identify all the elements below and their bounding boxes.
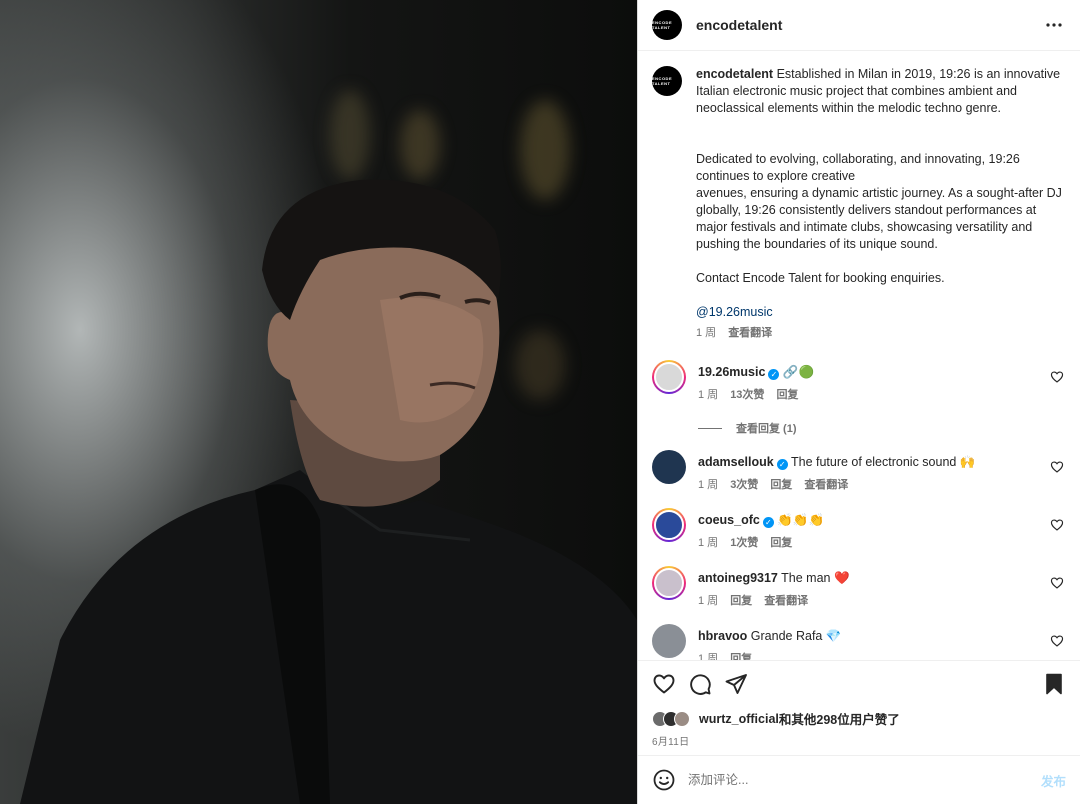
comment-likes[interactable]: 3次赞 <box>730 477 758 494</box>
comment-input[interactable] <box>688 773 1041 787</box>
comment-reply[interactable]: 回复 <box>770 535 792 552</box>
comment-likes[interactable]: 13次赞 <box>730 387 764 404</box>
post-media[interactable] <box>0 0 637 804</box>
likes-summary[interactable]: wurtz_official 和其他298位用户赞了 <box>652 709 1066 728</box>
comment-time[interactable]: 1 周 <box>698 593 718 610</box>
mention-link[interactable]: @19.26music <box>696 305 773 319</box>
logo-text: ENCODE TALENT <box>652 76 673 86</box>
comment-reply[interactable]: 回复 <box>730 593 752 610</box>
comment-item: 19.26music ✓ 🔗🟢 1 周 13次赞 回复 <box>652 360 1066 404</box>
commenter-avatar[interactable] <box>652 624 686 658</box>
comment-emoji: 🙌 <box>959 455 976 469</box>
likes-count-text[interactable]: 和其他298位用户赞了 <box>779 709 900 728</box>
comment-item: hbravoo Grande Rafa 💎 1 周 回复 <box>652 624 1066 660</box>
like-heart-icon[interactable] <box>652 672 676 696</box>
author-avatar[interactable]: ENCODE TALENT <box>652 10 682 40</box>
comment-bubble-icon[interactable] <box>688 672 712 696</box>
caption-avatar[interactable]: ENCODE TALENT <box>652 66 682 96</box>
comment-like-heart-icon[interactable] <box>1050 634 1064 648</box>
caption-time[interactable]: 1 周 <box>696 325 716 342</box>
more-options-button[interactable] <box>1042 13 1066 37</box>
author-username[interactable]: encodetalent <box>696 17 1042 33</box>
view-replies-button[interactable]: 查看回复 (1) <box>698 420 1066 436</box>
comment-text: Grande Rafa <box>750 629 823 643</box>
comment-emoji: 💎 <box>825 629 842 643</box>
logo-text: ENCODE TALENT <box>652 20 673 30</box>
emoji-icon[interactable] <box>652 768 676 792</box>
post-actions: wurtz_official 和其他298位用户赞了 6月11日 <box>638 660 1080 755</box>
comment-like-heart-icon[interactable] <box>1050 576 1064 590</box>
comment-emoji: ❤️ <box>833 571 850 585</box>
comment-emoji: 👏👏👏 <box>777 513 825 527</box>
comment-emoji: 🔗🟢 <box>782 365 815 379</box>
replies-divider <box>698 427 722 429</box>
share-send-icon[interactable] <box>724 672 748 696</box>
post-date: 6月11日 <box>652 737 690 748</box>
add-comment-bar: 发布 <box>638 755 1080 804</box>
comment-text: The future of electronic sound <box>790 455 957 469</box>
liker-avatars <box>652 710 690 727</box>
verified-badge-icon: ✓ <box>762 517 774 528</box>
comment-reply[interactable]: 回复 <box>776 387 798 404</box>
view-replies-label: 查看回复 (1) <box>736 423 797 435</box>
commenter-avatar[interactable] <box>652 450 686 484</box>
commenter-avatar[interactable] <box>652 566 686 600</box>
verified-badge-icon: ✓ <box>768 369 780 380</box>
comment-like-heart-icon[interactable] <box>1050 518 1064 532</box>
comment-reply[interactable]: 回复 <box>730 651 752 660</box>
commenter-username[interactable]: hbravoo <box>698 629 747 643</box>
comment-reply[interactable]: 回复 <box>770 477 792 494</box>
comment-like-heart-icon[interactable] <box>1050 370 1064 384</box>
comment-item: coeus_ofc ✓ 👏👏👏 1 周 1次赞 回复 <box>652 508 1066 552</box>
commenter-avatar[interactable] <box>652 360 686 394</box>
commenter-username[interactable]: adamsellouk <box>698 455 774 469</box>
comment-translate[interactable]: 查看翻译 <box>764 593 808 610</box>
caption-text-3: Contact Encode Talent for booking enquir… <box>696 271 945 285</box>
comments-list[interactable]: ENCODE TALENT encodetalent Established i… <box>638 52 1080 660</box>
caption-translate-link[interactable]: 查看翻译 <box>728 325 772 342</box>
more-horizontal-icon <box>1046 23 1062 27</box>
commenter-avatar[interactable] <box>652 508 686 542</box>
caption-text-2: Dedicated to evolving, collaborating, an… <box>696 152 1062 251</box>
comment-text: The man <box>781 571 831 585</box>
verified-badge-icon: ✓ <box>776 459 788 470</box>
post-comment-button[interactable]: 发布 <box>1041 771 1066 790</box>
post-detail-panel: ENCODE TALENT encodetalent ENCODE TALENT… <box>637 0 1080 804</box>
post-caption: ENCODE TALENT encodetalent Established i… <box>652 66 1066 342</box>
comment-time[interactable]: 1 周 <box>698 651 718 660</box>
liker-username[interactable]: wurtz_official <box>699 712 779 726</box>
commenter-username[interactable]: 19.26music <box>698 365 765 379</box>
commenter-username[interactable]: coeus_ofc <box>698 513 760 527</box>
comment-item: antoineg9317 The man ❤️ 1 周回复 查看翻译 <box>652 566 1066 610</box>
comment-time[interactable]: 1 周 <box>698 477 718 494</box>
comment-time[interactable]: 1 周 <box>698 387 718 404</box>
comment-likes[interactable]: 1次赞 <box>730 535 758 552</box>
commenter-username[interactable]: antoineg9317 <box>698 571 778 585</box>
post-header: ENCODE TALENT encodetalent <box>638 0 1080 51</box>
person-photo <box>20 179 637 804</box>
comment-item: adamsellouk ✓ The future of electronic so… <box>652 450 1066 494</box>
comment-like-heart-icon[interactable] <box>1050 460 1064 474</box>
caption-username[interactable]: encodetalent <box>696 67 773 81</box>
comment-translate[interactable]: 查看翻译 <box>804 477 848 494</box>
comment-time[interactable]: 1 周 <box>698 535 718 552</box>
bookmark-saved-icon[interactable] <box>1042 672 1066 696</box>
